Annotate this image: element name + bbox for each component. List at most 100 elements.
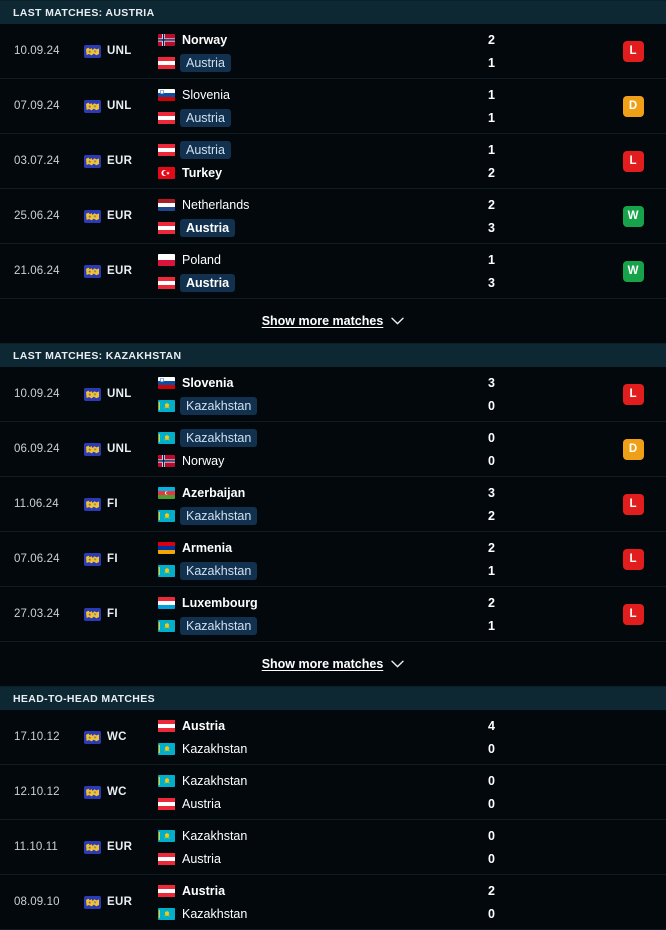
- result-badge: W: [622, 205, 644, 227]
- show-more-matches-button[interactable]: Show more matches: [262, 657, 405, 671]
- home-team-name: Austria: [180, 140, 231, 159]
- teams-cell: Kazakhstan Norway: [158, 422, 450, 476]
- table-row[interactable]: 21.06.24 EUR Poland Austria 1 3 W: [0, 244, 666, 299]
- away-team[interactable]: Austria: [158, 850, 450, 867]
- teams-cell: Kazakhstan Austria: [158, 765, 450, 819]
- table-row[interactable]: 12.10.12 WC Kazakhstan Austria 0 0: [0, 765, 666, 820]
- result-badge: W: [622, 260, 644, 282]
- home-team[interactable]: Netherlands: [158, 196, 450, 213]
- table-row[interactable]: 06.09.24 UNL Kazakhstan Norway 0 0 D: [0, 422, 666, 477]
- flag-austria-icon: [158, 143, 175, 156]
- match-date: 25.06.24: [14, 210, 60, 222]
- away-score: 3: [488, 275, 495, 290]
- show-more-wrapper: Show more matches: [0, 642, 666, 686]
- teams-cell: Austria Turkey: [158, 134, 450, 188]
- competition-cell[interactable]: WC: [78, 710, 158, 764]
- competition-cell[interactable]: UNL: [78, 79, 158, 133]
- table-row[interactable]: 27.03.24 FI Luxembourg Kazakhstan 2 1 L: [0, 587, 666, 642]
- away-team[interactable]: Austria: [158, 53, 450, 72]
- home-team[interactable]: Poland: [158, 251, 450, 268]
- competition-cell[interactable]: EUR: [78, 820, 158, 874]
- away-team[interactable]: Austria: [158, 273, 450, 292]
- uefa-euro-icon: [84, 895, 101, 909]
- home-team[interactable]: Luxembourg: [158, 594, 450, 611]
- competition-cell[interactable]: UNL: [78, 24, 158, 78]
- home-team[interactable]: Austria: [158, 882, 450, 899]
- competition-cell[interactable]: EUR: [78, 875, 158, 929]
- away-team-name: Kazakhstan: [180, 396, 258, 415]
- home-team[interactable]: Norway: [158, 31, 450, 48]
- table-row[interactable]: 10.09.24 UNL Norway Austria 2 1 L: [0, 24, 666, 79]
- scores-cell: 32: [450, 477, 600, 531]
- home-team[interactable]: Slovenia: [158, 374, 450, 391]
- away-team[interactable]: Austria: [158, 108, 450, 127]
- away-team-name: Austria: [180, 273, 236, 292]
- away-team[interactable]: Austria: [158, 795, 450, 812]
- uefa-nations-league-icon: [84, 44, 101, 58]
- away-team[interactable]: Norway: [158, 452, 450, 469]
- competition-code: EUR: [107, 841, 133, 853]
- away-team[interactable]: Kazakhstan: [158, 561, 450, 580]
- home-team[interactable]: Armenia: [158, 539, 450, 556]
- away-score: 1: [488, 110, 495, 125]
- flag-austria-icon: [158, 111, 175, 124]
- competition-code: FI: [107, 608, 118, 620]
- chevron-down-icon: [391, 317, 404, 325]
- table-row[interactable]: 25.06.24 EUR Netherlands Austria 2 3 W: [0, 189, 666, 244]
- away-team[interactable]: Kazakhstan: [158, 740, 450, 757]
- table-row[interactable]: 07.09.24 UNL Slovenia Austria 1 1 D: [0, 79, 666, 134]
- match-date: 10.09.24: [14, 388, 60, 400]
- competition-cell[interactable]: EUR: [78, 134, 158, 188]
- home-team[interactable]: Slovenia: [158, 86, 450, 103]
- table-row[interactable]: 11.06.24 FI Azerbaijan Kazakhstan 3 2 L: [0, 477, 666, 532]
- table-row[interactable]: 07.06.24 FI Armenia Kazakhstan 2 1 L: [0, 532, 666, 587]
- home-team[interactable]: Kazakhstan: [158, 827, 450, 844]
- away-score: 1: [488, 55, 495, 70]
- competition-cell[interactable]: UNL: [78, 422, 158, 476]
- table-row[interactable]: 03.07.24 EUR Austria Turkey 1 2 L: [0, 134, 666, 189]
- scores-cell: 00: [450, 820, 600, 874]
- away-team[interactable]: Kazakhstan: [158, 506, 450, 525]
- away-team-name: Austria: [180, 218, 236, 237]
- home-score: 3: [488, 485, 495, 500]
- table-row[interactable]: 10.09.24 UNL Slovenia Kazakhstan 3 0 L: [0, 367, 666, 422]
- home-team[interactable]: Kazakhstan: [158, 428, 450, 447]
- home-team[interactable]: Kazakhstan: [158, 772, 450, 789]
- match-date-cell: 10.09.24: [0, 367, 78, 421]
- competition-cell[interactable]: FI: [78, 587, 158, 641]
- home-score: 4: [488, 718, 495, 733]
- table-row[interactable]: 17.10.12 WC Austria Kazakhstan 4 0: [0, 710, 666, 765]
- away-team[interactable]: Austria: [158, 218, 450, 237]
- uefa-euro-icon: [84, 264, 101, 278]
- result-cell: [600, 875, 666, 929]
- match-date: 03.07.24: [14, 155, 60, 167]
- match-date: 17.10.12: [14, 731, 60, 743]
- section-header-last-matches-austria: LAST MATCHES: AUSTRIA: [0, 0, 666, 24]
- match-date-cell: 08.09.10: [0, 875, 78, 929]
- competition-code: WC: [107, 731, 127, 743]
- result-badge: L: [622, 150, 644, 172]
- competition-cell[interactable]: WC: [78, 765, 158, 819]
- away-team[interactable]: Turkey: [158, 164, 450, 181]
- competition-cell[interactable]: EUR: [78, 189, 158, 243]
- home-team-name: Poland: [182, 252, 221, 267]
- competition-cell[interactable]: FI: [78, 477, 158, 531]
- away-team[interactable]: Kazakhstan: [158, 905, 450, 922]
- flag-netherlands-icon: [158, 198, 175, 211]
- teams-cell: Luxembourg Kazakhstan: [158, 587, 450, 641]
- scores-cell: 21: [450, 587, 600, 641]
- table-row[interactable]: 08.09.10 EUR Austria Kazakhstan 2 0: [0, 875, 666, 930]
- home-team[interactable]: Azerbaijan: [158, 484, 450, 501]
- table-row[interactable]: 11.10.11 EUR Kazakhstan Austria 0 0: [0, 820, 666, 875]
- home-team[interactable]: Austria: [158, 717, 450, 734]
- away-team[interactable]: Kazakhstan: [158, 616, 450, 635]
- competition-cell[interactable]: FI: [78, 532, 158, 586]
- away-team[interactable]: Kazakhstan: [158, 396, 450, 415]
- competition-cell[interactable]: UNL: [78, 367, 158, 421]
- competition-cell[interactable]: EUR: [78, 244, 158, 298]
- result-badge: D: [622, 95, 644, 117]
- show-more-matches-button[interactable]: Show more matches: [262, 314, 405, 328]
- home-team[interactable]: Austria: [158, 140, 450, 159]
- section-title: LAST MATCHES: AUSTRIA: [13, 6, 155, 19]
- home-team-name: Kazakhstan: [180, 428, 258, 447]
